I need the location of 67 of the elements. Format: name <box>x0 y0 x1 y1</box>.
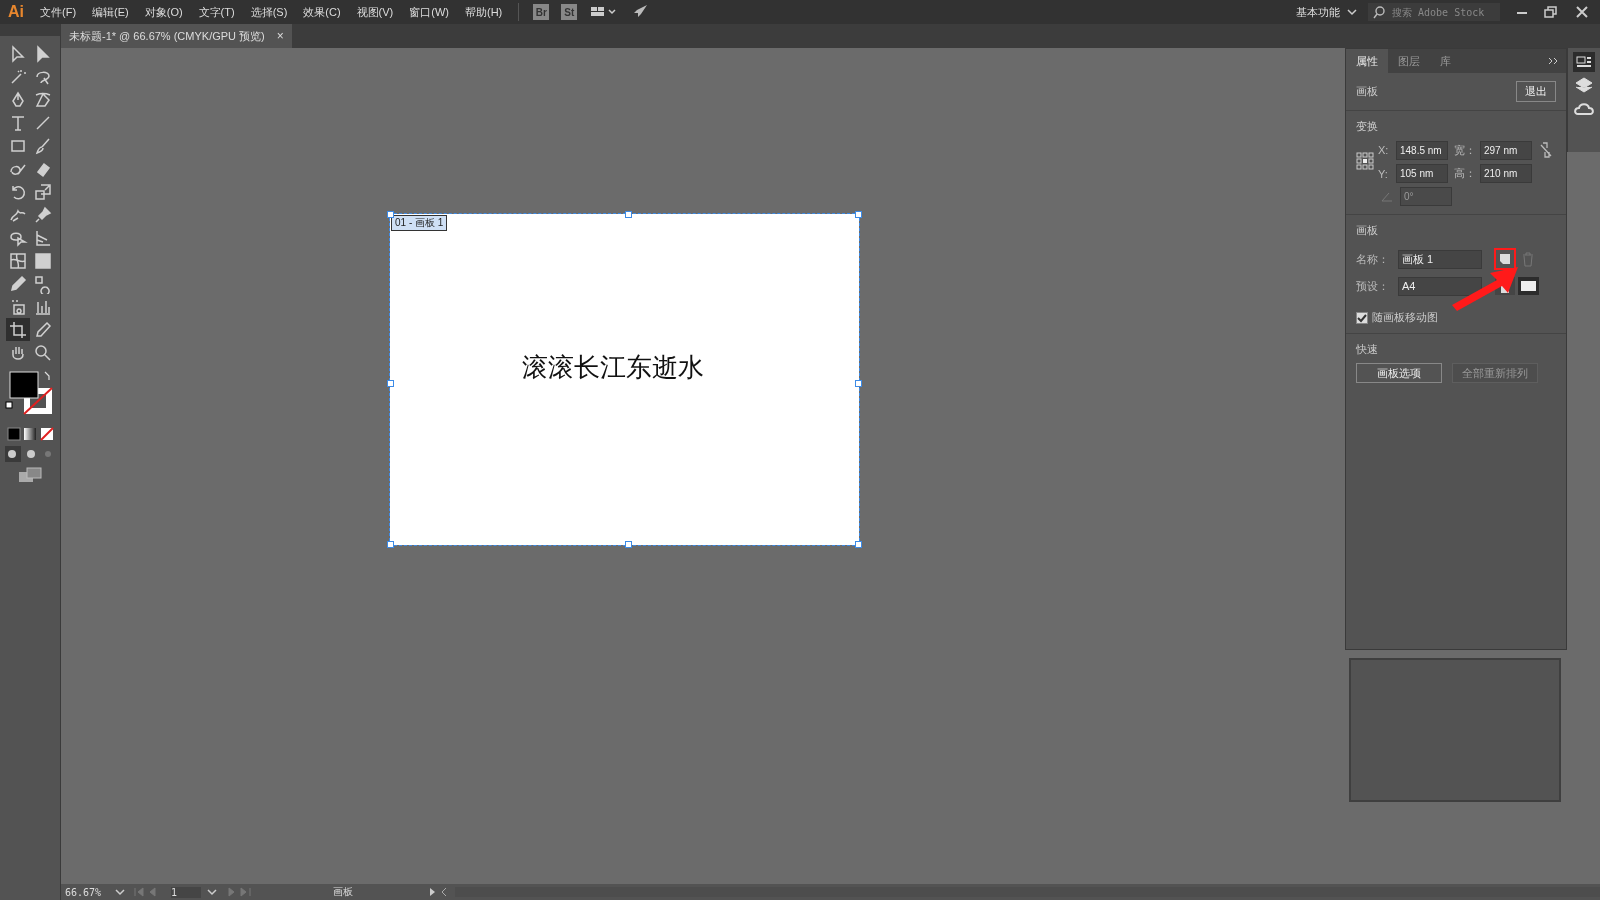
menu-item[interactable]: 选择(S) <box>242 4 296 20</box>
height-label: 高： <box>1453 166 1476 181</box>
mesh-tool-icon <box>7 250 28 271</box>
section-heading: 画板 <box>1356 223 1379 238</box>
name-label: 名称： <box>1356 251 1390 267</box>
menu-item[interactable]: 文件(F) <box>32 4 85 20</box>
selection-handle[interactable] <box>624 211 632 218</box>
section-heading: 画板 <box>1356 84 1378 99</box>
height-field[interactable]: 210 nm <box>1480 164 1532 183</box>
scale-tool-icon <box>32 181 53 202</box>
blend-tool-icon <box>32 273 53 294</box>
preset-label: 预设： <box>1356 278 1390 294</box>
name-field[interactable]: 画板 1 <box>1398 249 1482 269</box>
panel-menu-icon[interactable] <box>1546 56 1560 66</box>
panel-tab[interactable]: 图层 <box>1388 49 1430 73</box>
current-tool-label[interactable]: 画板 <box>263 885 423 899</box>
search-field[interactable]: 搜索 Adobe Stock <box>1368 3 1500 21</box>
bridge-button[interactable]: Br <box>533 4 550 20</box>
panel-tab[interactable]: 属性 <box>1346 49 1388 73</box>
y-label: Y: <box>1378 167 1389 180</box>
properties-panel-icon[interactable] <box>1573 52 1595 72</box>
zoom-tool-icon <box>32 342 53 363</box>
x-label: X: <box>1378 144 1390 156</box>
selection-handle[interactable] <box>387 541 394 548</box>
orientation-icons[interactable] <box>1494 276 1540 296</box>
menu-item[interactable]: 对象(O) <box>136 4 191 20</box>
y-field[interactable]: 105 nm <box>1396 164 1448 183</box>
artboard-label: 01 - 画板 1 <box>391 215 448 231</box>
menu-item[interactable]: 视图(V) <box>348 4 402 20</box>
menu-item[interactable]: 窗口(W) <box>401 4 457 20</box>
width-field[interactable]: 297 nm <box>1480 140 1532 160</box>
gradient-tool-icon <box>32 250 53 271</box>
document-title: 未标题-1* @ 66.67% (CMYK/GPU 预览) <box>69 28 265 44</box>
checkmark-icon <box>1357 312 1367 323</box>
menu-item[interactable]: 帮助(H) <box>457 4 511 20</box>
search-icon <box>1372 5 1388 19</box>
panel-tab[interactable]: 库 <box>1430 49 1461 73</box>
chevron-down-icon <box>1346 7 1358 17</box>
reference-point-icon[interactable] <box>1356 152 1374 170</box>
artboard-number-field[interactable]: 1 <box>171 886 201 898</box>
bridge-button[interactable]: St <box>561 4 578 20</box>
zoom-field[interactable]: 66.67% <box>61 886 109 898</box>
artboard-text: 滚滚长江东逝水 <box>521 352 704 384</box>
checkbox-label: 随画板移动图 <box>1372 310 1438 325</box>
selection-handle[interactable] <box>387 211 394 218</box>
x-field[interactable]: 148.5 nm <box>1396 140 1448 160</box>
preset-dropdown[interactable]: A4 <box>1398 276 1482 296</box>
close-tab-button[interactable]: × <box>276 29 284 43</box>
app-logo: Ai <box>7 3 25 21</box>
section-heading: 快速 <box>1356 342 1379 357</box>
section-heading: 变换 <box>1356 119 1379 134</box>
checkbox[interactable] <box>1356 311 1368 324</box>
tool-button[interactable] <box>5 318 30 341</box>
document-tab[interactable]: 未标题-1* @ 66.67% (CMYK/GPU 预览) × <box>61 24 292 48</box>
menu-item[interactable]: 编辑(E) <box>84 4 137 20</box>
artboard-tool-icon <box>7 319 28 340</box>
exit-button[interactable]: 退出 <box>1516 81 1556 102</box>
selection-handle[interactable] <box>855 379 862 387</box>
selection-handle[interactable] <box>387 379 394 387</box>
selection-handle[interactable] <box>855 541 862 548</box>
menu-item[interactable]: 文字(T) <box>190 4 243 20</box>
menu-item[interactable]: 效果(C) <box>295 4 349 20</box>
selection-handle[interactable] <box>855 211 862 218</box>
width-label: 宽： <box>1453 142 1476 158</box>
selection-handle[interactable] <box>624 541 632 548</box>
quick-action-button[interactable]: 画板选项 <box>1356 363 1442 383</box>
workspace-switcher[interactable]: 基本功能 <box>1296 4 1340 20</box>
